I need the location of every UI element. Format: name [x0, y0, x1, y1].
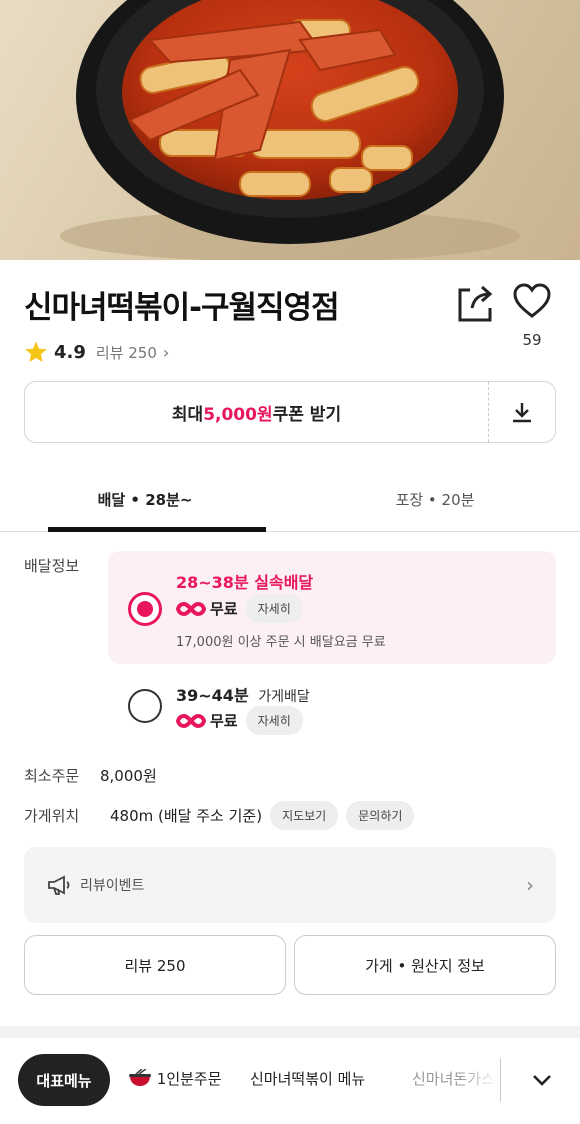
- menu-tab-single-serving-label: 1인분주문: [156, 1070, 222, 1088]
- economy-fee-row: 무료 자세히: [176, 594, 303, 623]
- share-button[interactable]: [452, 282, 496, 326]
- economy-free-note: 17,000원 이상 주문 시 배달요금 무료: [176, 635, 386, 650]
- store-delivery-time: 39~44분: [176, 686, 249, 705]
- chevron-down-icon: [533, 1075, 551, 1086]
- chevron-right-icon: ›: [162, 342, 170, 362]
- order-type-tabs: 배달 • 28분~ 포장 • 20분: [0, 468, 580, 532]
- radio-economy-selected[interactable]: [128, 592, 162, 626]
- coupon-prefix: 최대: [171, 404, 204, 425]
- like-count: 59: [522, 331, 542, 349]
- rating-row: 4.9 리뷰 250 ›: [24, 340, 169, 364]
- infinity-club-icon: [176, 601, 206, 616]
- economy-time: 28~38분: [176, 573, 249, 592]
- review-event-label: 리뷰이벤트: [80, 878, 145, 894]
- radio-store-delivery[interactable]: [128, 689, 162, 723]
- tab-pickup[interactable]: 포장 • 20분: [290, 468, 580, 531]
- min-order-label: 최소주문: [24, 767, 80, 785]
- section-divider: [0, 1026, 580, 1038]
- rating-value: 4.9: [54, 341, 86, 363]
- star-icon: [25, 341, 47, 362]
- hero-food-image: [0, 0, 580, 260]
- coupon-suffix: 쿠폰 받기: [272, 404, 342, 425]
- store-location-row: 가게위치 480m (배달 주소 기준) 지도보기 문의하기: [24, 801, 415, 830]
- bowl-icon: [129, 1068, 151, 1086]
- store-location-value: 480m (배달 주소 기준): [110, 807, 263, 825]
- coupon-banner: 최대 5,000원 쿠폰 받기: [24, 381, 556, 443]
- economy-option-title: 28~38분 실속배달: [176, 569, 313, 593]
- coupon-button[interactable]: 최대 5,000원 쿠폰 받기: [25, 382, 489, 442]
- review-count-label: 리뷰 250: [95, 343, 157, 362]
- megaphone-icon: [48, 875, 70, 895]
- store-location-label: 가게위치: [24, 807, 80, 825]
- store-delivery-fee: 무료: [210, 712, 238, 730]
- store-delivery-option-title: 39~44분 가게배달: [176, 682, 310, 706]
- infinity-club-icon: [176, 713, 206, 728]
- share-icon: [458, 285, 493, 322]
- favorite-button[interactable]: [512, 282, 552, 326]
- menu-category-bar: 대표메뉴 1인분주문 신마녀떡볶이 메뉴 신마녀돈가스: [0, 1038, 580, 1124]
- map-view-chip[interactable]: 지도보기: [270, 801, 339, 830]
- menu-tab-tteokbokki[interactable]: 신마녀떡볶이 메뉴: [250, 1068, 365, 1089]
- download-icon: [513, 403, 531, 423]
- economy-detail-chip[interactable]: 자세히: [245, 594, 303, 623]
- contact-chip[interactable]: 문의하기: [346, 801, 415, 830]
- heart-icon: [513, 283, 551, 318]
- menu-fade-overlay: [460, 1058, 500, 1102]
- store-name: 신마녀떡볶이-구월직영점: [24, 290, 340, 326]
- coupon-amount: 5,000원: [203, 404, 273, 425]
- review-count-link[interactable]: 리뷰 250 ›: [96, 342, 169, 363]
- info-buttons-row: 리뷰 250 가게 • 원산지 정보: [24, 935, 556, 995]
- min-order-value: 8,000원: [100, 767, 157, 785]
- economy-fee: 무료: [210, 600, 238, 618]
- menu-tab-single-serving[interactable]: 1인분주문: [128, 1068, 222, 1089]
- store-delivery-fee-row: 무료 자세히: [176, 706, 303, 735]
- review-event-banner[interactable]: 리뷰이벤트 ›: [24, 847, 556, 923]
- reviews-button[interactable]: 리뷰 250: [24, 935, 286, 995]
- coupon-download-button[interactable]: [489, 382, 555, 442]
- store-delivery-detail-chip[interactable]: 자세히: [245, 706, 303, 735]
- economy-type: 실속배달: [254, 573, 314, 592]
- tab-delivery[interactable]: 배달 • 28분~: [0, 468, 290, 532]
- min-order-row: 최소주문 8,000원: [24, 765, 157, 786]
- store-delivery-type: 가게배달: [258, 689, 310, 705]
- menu-tab-representative[interactable]: 대표메뉴: [18, 1054, 110, 1106]
- chevron-right-icon: ›: [526, 873, 534, 897]
- menu-divider: [500, 1058, 501, 1102]
- delivery-info-label: 배달정보: [24, 557, 80, 575]
- menu-expand-button[interactable]: [524, 1062, 560, 1098]
- store-info-button[interactable]: 가게 • 원산지 정보: [294, 935, 556, 995]
